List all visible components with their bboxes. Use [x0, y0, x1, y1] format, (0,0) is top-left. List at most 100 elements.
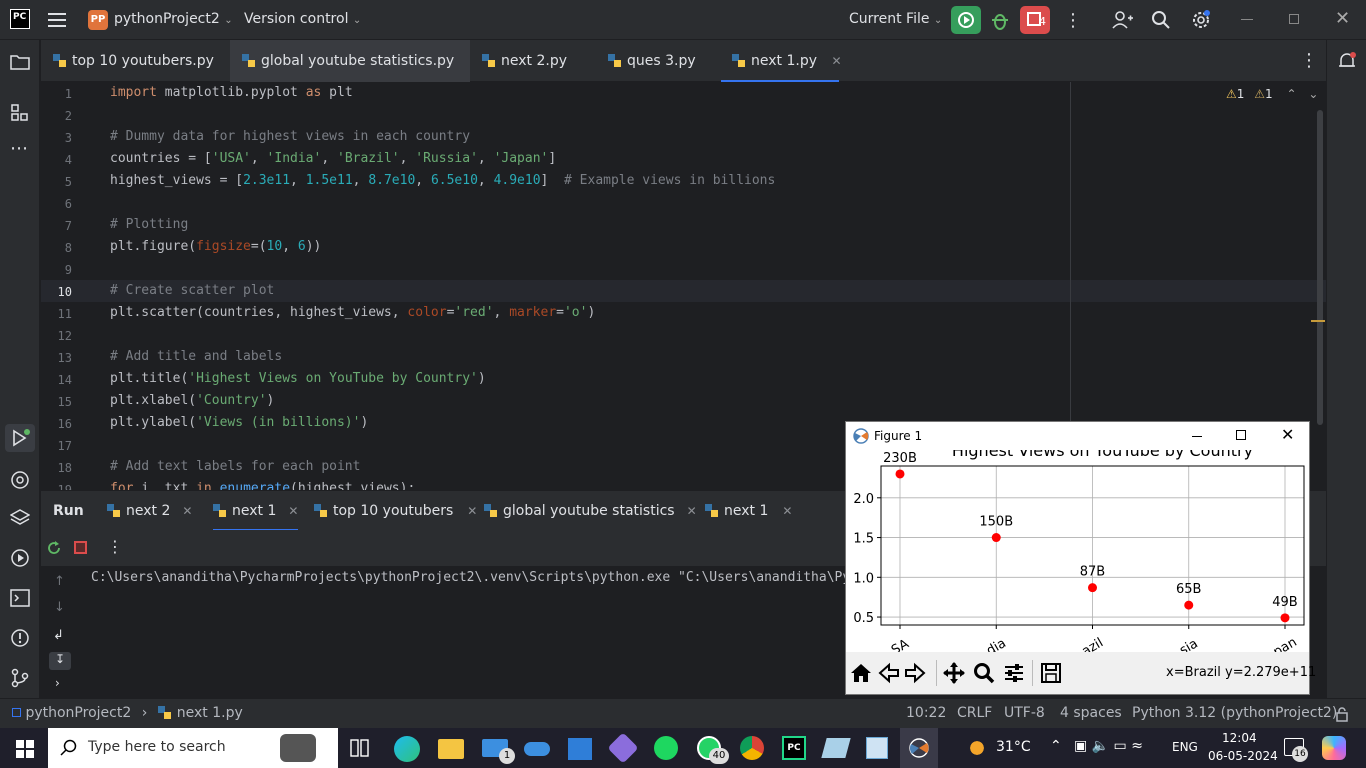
- tab-next-2[interactable]: next 2.py: [482, 40, 592, 82]
- breadcrumb-project[interactable]: pythonProject2: [25, 705, 131, 721]
- chevron-down-icon[interactable]: ⌄: [1308, 87, 1318, 101]
- tab-options-icon[interactable]: ⋮: [1300, 50, 1318, 71]
- scroll-down-icon[interactable]: ↓: [54, 600, 65, 615]
- matplotlib-taskbar-icon[interactable]: [900, 728, 938, 768]
- add-user-icon[interactable]: [1111, 9, 1133, 35]
- line-separator[interactable]: CRLF: [957, 705, 992, 721]
- git-icon[interactable]: [10, 668, 30, 692]
- store-icon[interactable]: [568, 738, 592, 760]
- close-icon[interactable]: ✕: [1335, 8, 1350, 29]
- close-icon[interactable]: ✕: [288, 504, 298, 518]
- chevron-right-icon[interactable]: ›: [55, 676, 60, 690]
- pan-icon[interactable]: [943, 662, 965, 688]
- tab-ques-3[interactable]: ques 3.py: [608, 40, 718, 82]
- close-icon[interactable]: ✕: [687, 504, 697, 518]
- task-view-icon[interactable]: [350, 739, 370, 761]
- run-config-selector[interactable]: Current File ⌄: [849, 11, 942, 27]
- pycharm-taskbar-icon[interactable]: PC: [782, 736, 806, 760]
- more-tools-icon[interactable]: ⋯: [10, 138, 28, 159]
- figure-canvas[interactable]: Highest Views on YouTube by Country 0.5 1.…: [846, 450, 1309, 652]
- tab-global-youtube-statistics[interactable]: global youtube statistics.py: [230, 40, 470, 82]
- run-tab-next-1-active[interactable]: next 1 ✕: [213, 491, 299, 531]
- close-icon[interactable]: ✕: [1281, 425, 1294, 444]
- close-icon[interactable]: ✕: [467, 504, 477, 518]
- run-tab-top-10-youtubers[interactable]: top 10 youtubers ✕: [314, 491, 477, 531]
- save-figure-icon[interactable]: [1040, 662, 1062, 688]
- notepad-icon[interactable]: [821, 738, 851, 758]
- scroll-to-end-icon[interactable]: ↧: [49, 652, 71, 670]
- back-arrow-icon[interactable]: [878, 662, 900, 688]
- copilot-icon[interactable]: [1322, 736, 1346, 760]
- python-console-icon[interactable]: [10, 470, 30, 494]
- weather-icon[interactable]: [966, 738, 988, 758]
- line-number: 5: [64, 175, 72, 189]
- layers-icon[interactable]: [9, 508, 31, 532]
- problems-icon[interactable]: [10, 628, 30, 652]
- indent-setting[interactable]: 4 spaces: [1060, 705, 1122, 721]
- lock-icon[interactable]: [1334, 706, 1350, 726]
- soft-wrap-icon[interactable]: ↲: [53, 628, 64, 643]
- chevron-up-icon[interactable]: ⌃: [1286, 87, 1296, 101]
- stop-icon[interactable]: [74, 541, 87, 554]
- onedrive-icon[interactable]: [524, 742, 550, 756]
- python-interpreter[interactable]: Python 3.12 (pythonProject2): [1132, 705, 1337, 721]
- edge-icon[interactable]: [394, 736, 420, 762]
- windows-start-icon[interactable]: [16, 740, 34, 762]
- search-icon[interactable]: [1151, 10, 1171, 34]
- rerun-icon[interactable]: [46, 540, 62, 560]
- tab-top-10-youtubers[interactable]: top 10 youtubers.py: [53, 40, 229, 82]
- home-icon[interactable]: [850, 662, 872, 688]
- services-icon[interactable]: [10, 548, 30, 572]
- tab-close-icon[interactable]: ✕: [831, 54, 841, 68]
- maximize-icon[interactable]: [1236, 430, 1246, 440]
- run-tab-global-youtube-statistics[interactable]: global youtube statistics ✕: [484, 491, 697, 531]
- run-tab-next-1[interactable]: next 1 ✕: [705, 491, 792, 531]
- project-selector[interactable]: pythonProject2 ⌄: [114, 11, 233, 27]
- forward-arrow-icon[interactable]: [904, 662, 926, 688]
- gear-icon[interactable]: [1190, 9, 1212, 35]
- data-label: 230B: [883, 451, 917, 466]
- windows-taskbar: Type here to search 1 40 PC 31°C ⌃ ▣ 🔈 ▭…: [0, 728, 1366, 768]
- close-icon[interactable]: ✕: [782, 504, 792, 518]
- close-icon[interactable]: ✕: [182, 504, 192, 518]
- editor-scrollbar[interactable]: [1317, 110, 1323, 425]
- configure-subplots-icon[interactable]: [1003, 662, 1025, 688]
- app-icon[interactable]: [607, 732, 639, 764]
- clock-time[interactable]: 12:04: [1222, 731, 1257, 745]
- tray-icons[interactable]: ▣ 🔈 ▭ ≈: [1074, 738, 1143, 754]
- scroll-up-icon[interactable]: ↑: [54, 574, 65, 589]
- clock-date[interactable]: 06-05-2024: [1208, 749, 1278, 763]
- folder-icon[interactable]: [10, 53, 30, 75]
- terminal-icon[interactable]: [10, 588, 30, 612]
- caret-position[interactable]: 10:22: [906, 705, 946, 721]
- tray-chevron-up-icon[interactable]: ⌃: [1050, 738, 1062, 754]
- main-menu-icon[interactable]: [48, 11, 68, 29]
- vcs-selector[interactable]: Version control ⌄: [244, 11, 361, 27]
- run-tool-icon[interactable]: [5, 424, 35, 452]
- restore-icon[interactable]: [1289, 14, 1299, 24]
- more-icon[interactable]: ⋮: [107, 537, 123, 556]
- structure-icon[interactable]: [11, 104, 29, 126]
- file-explorer-icon[interactable]: [438, 739, 464, 759]
- chrome-icon[interactable]: [740, 736, 764, 760]
- spotify-icon[interactable]: [654, 736, 678, 760]
- tab-next-1[interactable]: next 1.py ✕: [721, 40, 842, 82]
- debug-button[interactable]: [988, 10, 1012, 32]
- minimize-icon[interactable]: [1192, 436, 1202, 437]
- inspection-widget[interactable]: ⚠1 ⚠1 ⌃ ⌄: [1226, 87, 1318, 101]
- more-actions-icon[interactable]: ⋮: [1064, 10, 1082, 31]
- breadcrumb-file[interactable]: next 1.py: [177, 705, 243, 721]
- status-bar: pythonProject2 › next 1.py 10:22 CRLF UT…: [0, 698, 1366, 728]
- file-encoding[interactable]: UTF-8: [1004, 705, 1045, 721]
- language-indicator[interactable]: ENG: [1172, 740, 1198, 754]
- notifications-icon[interactable]: [1337, 51, 1357, 75]
- rerun-button[interactable]: [951, 6, 981, 34]
- taskbar-search-box[interactable]: Type here to search: [48, 728, 338, 768]
- figure-window[interactable]: Figure 1 ✕ Highest Views on YouTube by C…: [845, 421, 1316, 695]
- zoom-icon[interactable]: [973, 662, 995, 688]
- run-tab-next-2[interactable]: next 2 ✕: [107, 491, 192, 531]
- minimize-icon[interactable]: [1241, 19, 1253, 20]
- stop-button[interactable]: 4: [1020, 6, 1050, 34]
- weather-temp[interactable]: 31°C: [996, 739, 1031, 755]
- image-viewer-icon[interactable]: [866, 737, 888, 759]
